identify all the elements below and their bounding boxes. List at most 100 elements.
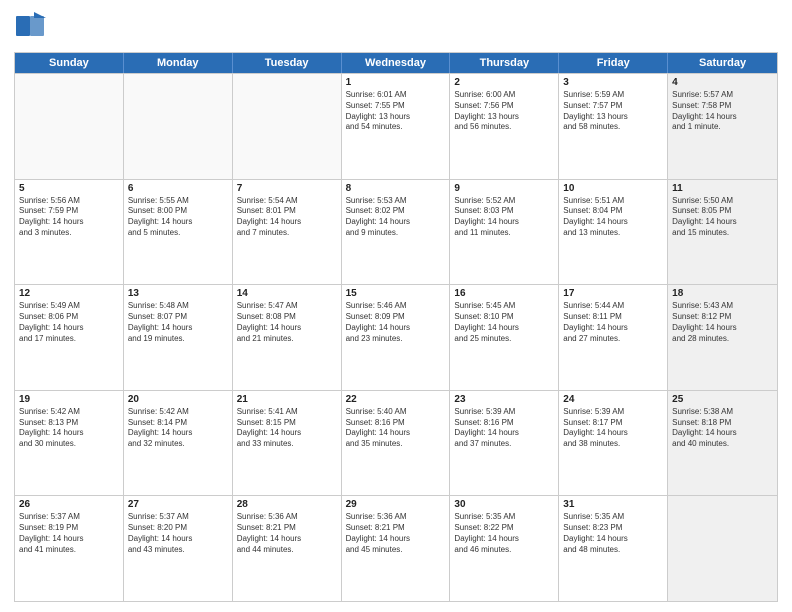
cell-info-line: Daylight: 14 hours: [19, 534, 119, 545]
day-number: 19: [19, 394, 119, 405]
header-day-wednesday: Wednesday: [342, 53, 451, 73]
cell-info-line: Sunrise: 5:42 AM: [128, 407, 228, 418]
day-number: 7: [237, 183, 337, 194]
cell-info-line: Sunrise: 6:00 AM: [454, 90, 554, 101]
cell-info-line: Sunrise: 5:44 AM: [563, 301, 663, 312]
cal-cell-r4c6: [668, 496, 777, 601]
cell-info-line: Sunrise: 5:46 AM: [346, 301, 446, 312]
cal-cell-r3c3: 22Sunrise: 5:40 AMSunset: 8:16 PMDayligh…: [342, 391, 451, 496]
cell-info-line: Sunset: 8:12 PM: [672, 312, 773, 323]
cell-info-line: Daylight: 14 hours: [454, 428, 554, 439]
cal-cell-r2c0: 12Sunrise: 5:49 AMSunset: 8:06 PMDayligh…: [15, 285, 124, 390]
calendar: SundayMondayTuesdayWednesdayThursdayFrid…: [14, 52, 778, 602]
cell-info-line: Daylight: 14 hours: [454, 534, 554, 545]
day-number: 16: [454, 288, 554, 299]
day-number: 14: [237, 288, 337, 299]
cal-cell-r3c4: 23Sunrise: 5:39 AMSunset: 8:16 PMDayligh…: [450, 391, 559, 496]
cal-cell-r0c4: 2Sunrise: 6:00 AMSunset: 7:56 PMDaylight…: [450, 74, 559, 179]
cell-info-line: Sunrise: 5:53 AM: [346, 196, 446, 207]
cell-info-line: and 1 minute.: [672, 122, 773, 133]
day-number: 11: [672, 183, 773, 194]
cal-cell-r0c3: 1Sunrise: 6:01 AMSunset: 7:55 PMDaylight…: [342, 74, 451, 179]
cell-info-line: Sunset: 8:00 PM: [128, 206, 228, 217]
cell-info-line: Sunset: 8:14 PM: [128, 418, 228, 429]
cell-info-line: and 45 minutes.: [346, 545, 446, 556]
cell-info-line: Sunrise: 5:38 AM: [672, 407, 773, 418]
cell-info-line: Daylight: 14 hours: [346, 428, 446, 439]
calendar-header: SundayMondayTuesdayWednesdayThursdayFrid…: [15, 53, 777, 73]
cell-info-line: and 30 minutes.: [19, 439, 119, 450]
cal-cell-r4c4: 30Sunrise: 5:35 AMSunset: 8:22 PMDayligh…: [450, 496, 559, 601]
cal-cell-r4c5: 31Sunrise: 5:35 AMSunset: 8:23 PMDayligh…: [559, 496, 668, 601]
cell-info-line: Sunset: 7:57 PM: [563, 101, 663, 112]
cell-info-line: and 56 minutes.: [454, 122, 554, 133]
cal-cell-r2c2: 14Sunrise: 5:47 AMSunset: 8:08 PMDayligh…: [233, 285, 342, 390]
cell-info-line: Sunset: 8:10 PM: [454, 312, 554, 323]
page: SundayMondayTuesdayWednesdayThursdayFrid…: [0, 0, 792, 612]
cal-cell-r0c0: [15, 74, 124, 179]
day-number: 5: [19, 183, 119, 194]
cell-info-line: Sunrise: 5:52 AM: [454, 196, 554, 207]
cell-info-line: Sunrise: 5:43 AM: [672, 301, 773, 312]
cal-cell-r1c3: 8 Sunrise: 5:53 AMSunset: 8:02 PMDaylight…: [342, 180, 451, 285]
day-number: 27: [128, 499, 228, 510]
cell-info-line: and 9 minutes.: [346, 228, 446, 239]
day-number: 30: [454, 499, 554, 510]
cal-cell-r4c1: 27Sunrise: 5:37 AMSunset: 8:20 PMDayligh…: [124, 496, 233, 601]
cell-info-line: and 19 minutes.: [128, 334, 228, 345]
cell-info-line: Sunset: 7:59 PM: [19, 206, 119, 217]
cell-info-line: Daylight: 14 hours: [454, 323, 554, 334]
cal-cell-r3c6: 25Sunrise: 5:38 AMSunset: 8:18 PMDayligh…: [668, 391, 777, 496]
cell-info-line: Daylight: 14 hours: [237, 428, 337, 439]
cell-info-line: Sunrise: 5:50 AM: [672, 196, 773, 207]
cell-info-line: and 21 minutes.: [237, 334, 337, 345]
cell-info-line: Sunrise: 5:51 AM: [563, 196, 663, 207]
cell-info-line: Sunset: 8:16 PM: [346, 418, 446, 429]
cell-info-line: Daylight: 14 hours: [128, 323, 228, 334]
cell-info-line: Sunset: 8:18 PM: [672, 418, 773, 429]
cal-cell-r4c2: 28Sunrise: 5:36 AMSunset: 8:21 PMDayligh…: [233, 496, 342, 601]
cell-info-line: Sunset: 7:56 PM: [454, 101, 554, 112]
cal-row-1: 5Sunrise: 5:56 AMSunset: 7:59 PMDaylight…: [15, 179, 777, 285]
cal-row-0: 1Sunrise: 6:01 AMSunset: 7:55 PMDaylight…: [15, 73, 777, 179]
cell-info-line: Sunset: 8:21 PM: [237, 523, 337, 534]
cell-info-line: Daylight: 14 hours: [346, 217, 446, 228]
cell-info-line: Sunset: 8:23 PM: [563, 523, 663, 534]
cell-info-line: and 11 minutes.: [454, 228, 554, 239]
cell-info-line: Sunset: 8:17 PM: [563, 418, 663, 429]
header-day-friday: Friday: [559, 53, 668, 73]
day-number: 6: [128, 183, 228, 194]
cell-info-line: Daylight: 14 hours: [346, 534, 446, 545]
cell-info-line: Sunset: 7:58 PM: [672, 101, 773, 112]
cell-info-line: and 44 minutes.: [237, 545, 337, 556]
cell-info-line: Sunrise: 5:42 AM: [19, 407, 119, 418]
day-number: 1: [346, 77, 446, 88]
cell-info-line: Sunrise: 6:01 AM: [346, 90, 446, 101]
day-number: 8: [346, 183, 446, 194]
cell-info-line: Daylight: 14 hours: [563, 323, 663, 334]
day-number: 21: [237, 394, 337, 405]
day-number: 29: [346, 499, 446, 510]
day-number: 25: [672, 394, 773, 405]
day-number: 17: [563, 288, 663, 299]
cal-cell-r0c5: 3Sunrise: 5:59 AMSunset: 7:57 PMDaylight…: [559, 74, 668, 179]
day-number: 2: [454, 77, 554, 88]
cell-info-line: Sunset: 8:04 PM: [563, 206, 663, 217]
cell-info-line: Sunrise: 5:36 AM: [237, 512, 337, 523]
header-day-saturday: Saturday: [668, 53, 777, 73]
cell-info-line: Sunset: 8:09 PM: [346, 312, 446, 323]
cell-info-line: Sunset: 8:07 PM: [128, 312, 228, 323]
cell-info-line: and 13 minutes.: [563, 228, 663, 239]
day-number: 12: [19, 288, 119, 299]
cell-info-line: Sunset: 8:02 PM: [346, 206, 446, 217]
cal-cell-r2c1: 13Sunrise: 5:48 AMSunset: 8:07 PMDayligh…: [124, 285, 233, 390]
cell-info-line: Sunset: 8:11 PM: [563, 312, 663, 323]
day-number: 28: [237, 499, 337, 510]
cell-info-line: Daylight: 14 hours: [237, 323, 337, 334]
cell-info-line: Sunset: 8:05 PM: [672, 206, 773, 217]
header-day-monday: Monday: [124, 53, 233, 73]
cell-info-line: Sunset: 8:16 PM: [454, 418, 554, 429]
cal-cell-r4c3: 29Sunrise: 5:36 AMSunset: 8:21 PMDayligh…: [342, 496, 451, 601]
cell-info-line: Daylight: 14 hours: [563, 217, 663, 228]
cell-info-line: Daylight: 14 hours: [563, 534, 663, 545]
